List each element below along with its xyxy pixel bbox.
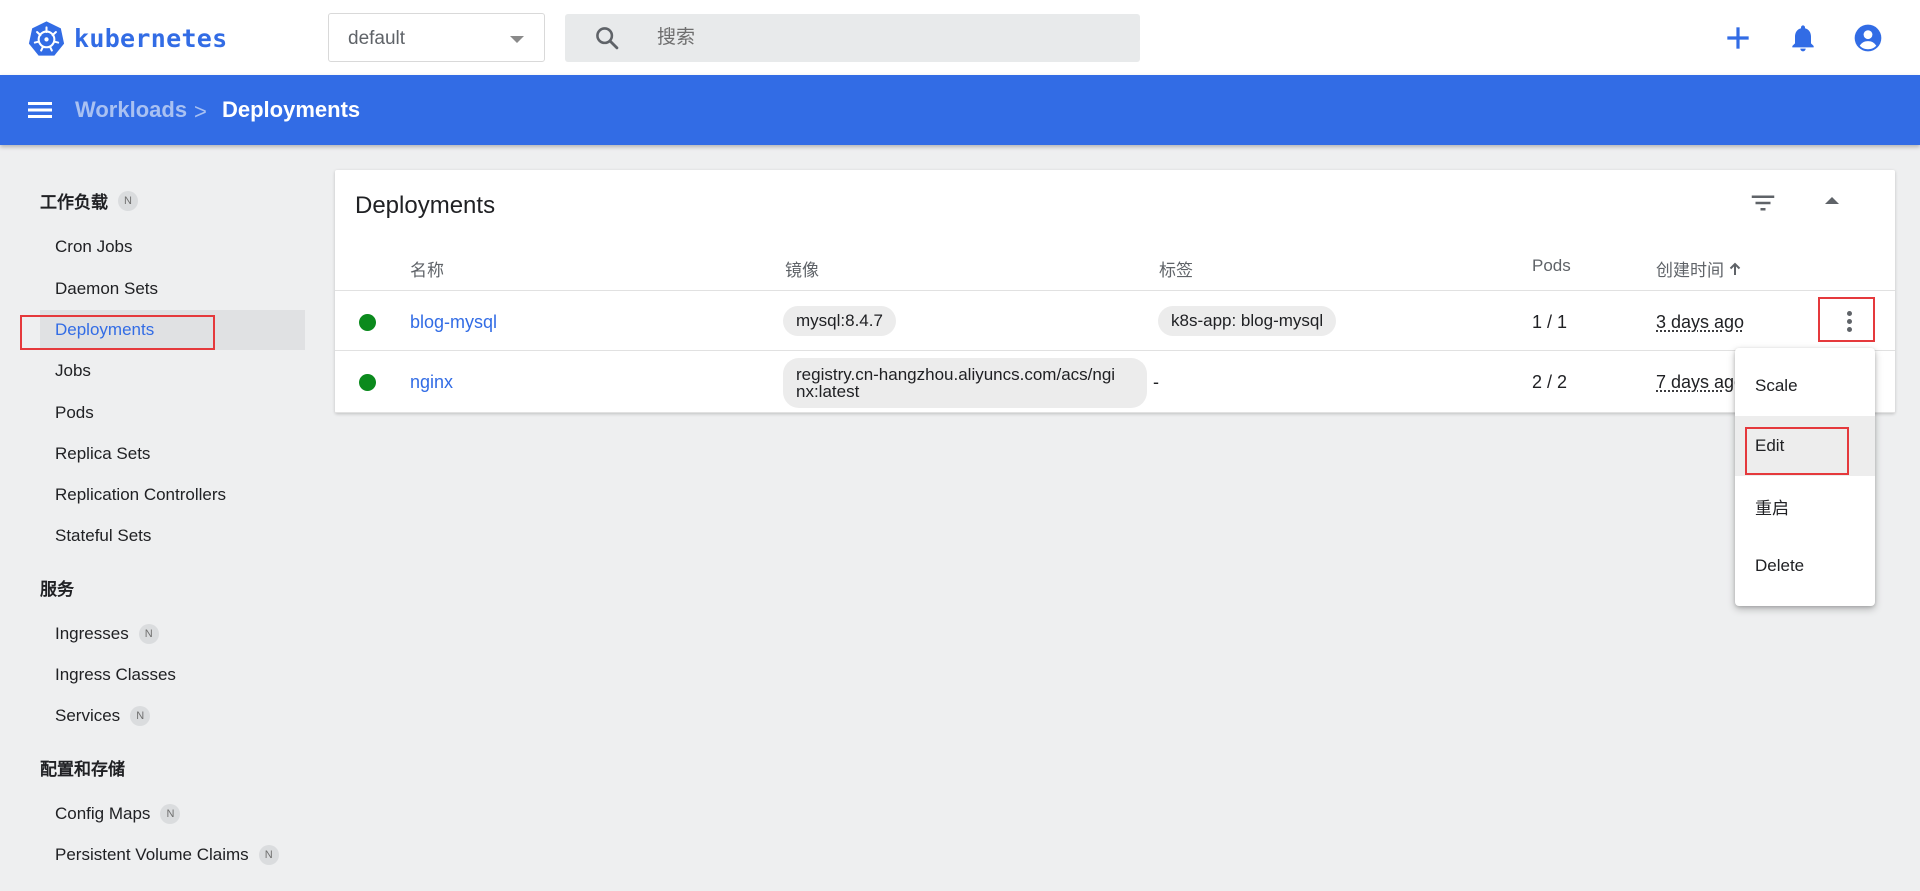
collapse-arrow-icon[interactable] — [1825, 197, 1839, 204]
table-row-divider — [335, 412, 1895, 413]
kebab-dot — [1846, 326, 1852, 332]
sidebar-section-config-storage[interactable]: 配置和存储 — [40, 755, 125, 780]
sidebar-item-replication-controllers[interactable]: Replication Controllers — [40, 475, 305, 515]
breadcrumb-workloads[interactable]: Workloads — [75, 97, 187, 123]
sidebar-item-label: Services — [55, 706, 121, 725]
row-action-menu: Scale Edit 重启 Delete — [1735, 348, 1875, 606]
new-badge: N — [130, 706, 151, 726]
sidebar-item-jobs[interactable]: Jobs — [40, 351, 305, 391]
sidebar-item-ingresses[interactable]: Ingresses N — [40, 614, 305, 654]
image-chip-line: registry.cn-hangzhou.aliyuncs.com/acs/ng… — [796, 365, 1116, 384]
hamburger-menu-icon[interactable] — [26, 97, 54, 123]
sidebar-section-workloads[interactable]: 工作负载 N — [40, 188, 138, 213]
image-chip-line: nx:latest — [796, 382, 860, 401]
namespace-value: default — [348, 28, 406, 49]
sidebar-item-cron-jobs[interactable]: Cron Jobs — [40, 227, 305, 267]
table-row-divider — [335, 290, 1895, 291]
sidebar-item-label: Cron Jobs — [55, 237, 133, 256]
sidebar-item-label: Stateful Sets — [55, 526, 152, 545]
column-header-name[interactable]: 名称 — [410, 256, 444, 281]
search-icon — [596, 27, 619, 50]
sidebar-item-label: Pods — [55, 403, 94, 422]
column-header-image[interactable]: 镜像 — [785, 256, 819, 281]
more-actions-icon[interactable] — [1822, 300, 1876, 342]
sidebar-item-label: Persistent Volume Claims — [55, 845, 249, 864]
image-chip: registry.cn-hangzhou.aliyuncs.com/acs/ng… — [783, 358, 1147, 408]
sidebar-item-services[interactable]: Services N — [40, 696, 305, 736]
search-input[interactable] — [657, 22, 1117, 54]
column-header-labels[interactable]: 标签 — [1159, 256, 1193, 281]
filter-icon[interactable] — [1748, 188, 1778, 218]
status-running-icon — [359, 374, 376, 391]
image-chip: mysql:8.4.7 — [783, 306, 896, 336]
sidebar-item-label: Replication Controllers — [55, 485, 227, 504]
pods-count: 1 / 1 — [1532, 312, 1568, 332]
column-header-created-label: 创建时间 — [1656, 261, 1724, 280]
sidebar-item-deployments[interactable]: Deployments — [40, 310, 305, 350]
column-header-pods[interactable]: Pods — [1532, 256, 1571, 276]
created-time: 3 days ago — [1656, 312, 1745, 332]
deployments-card: Deployments 名称 镜像 标签 Pods 创建时间 blog-mysq… — [335, 170, 1895, 413]
top-header: kubernetes default — [0, 0, 1920, 75]
label-empty: - — [1153, 372, 1159, 392]
breadcrumb-separator-icon: > — [194, 99, 207, 124]
sidebar-item-label: Replica Sets — [55, 444, 151, 463]
search-box[interactable] — [565, 14, 1140, 62]
created-time: 7 days ago — [1656, 372, 1745, 392]
sidebar-item-ingress-classes[interactable]: Ingress Classes — [40, 655, 305, 695]
sidebar-item-replica-sets[interactable]: Replica Sets — [40, 434, 305, 474]
sidebar-item-label: Ingress Classes — [55, 665, 176, 684]
kubernetes-helm-icon — [28, 20, 65, 56]
section-title: 服务 — [40, 580, 74, 599]
sidebar-item-label: Deployments — [55, 320, 155, 339]
sidebar-item-daemon-sets[interactable]: Daemon Sets — [40, 269, 305, 309]
new-badge: N — [160, 804, 181, 824]
sidebar-item-config-maps[interactable]: Config Maps N — [40, 794, 305, 834]
breadcrumb-bar: Workloads > Deployments — [0, 75, 1920, 145]
deployment-name-link[interactable]: nginx — [410, 372, 453, 393]
logo-text: kubernetes — [74, 23, 228, 53]
deployment-name-link[interactable]: blog-mysql — [410, 312, 497, 333]
menu-item-delete[interactable]: Delete — [1735, 536, 1875, 596]
sidebar-item-persistent-volume-claims[interactable]: Persistent Volume Claims N — [40, 835, 305, 875]
kebab-dot — [1846, 310, 1852, 316]
dropdown-caret-icon — [510, 36, 524, 43]
sort-arrow-up-icon — [1729, 262, 1741, 275]
section-title: 工作负载 — [40, 193, 108, 212]
kubernetes-logo[interactable]: kubernetes — [28, 18, 228, 58]
sidebar-item-label: Config Maps — [55, 804, 151, 823]
sidebar-item-label: Daemon Sets — [55, 279, 158, 298]
sidebar-item-label: Ingresses — [55, 624, 129, 643]
menu-item-restart[interactable]: 重启 — [1735, 476, 1875, 536]
account-icon[interactable] — [1852, 22, 1884, 54]
sidebar: 工作负载 N Cron Jobs Daemon Sets Deployments… — [0, 145, 310, 891]
column-header-created[interactable]: 创建时间 — [1656, 256, 1741, 281]
new-badge: N — [118, 190, 138, 211]
menu-item-scale[interactable]: Scale — [1735, 356, 1875, 416]
plus-icon[interactable] — [1722, 22, 1754, 54]
section-title: 配置和存储 — [40, 760, 125, 779]
new-badge: N — [138, 624, 159, 644]
sidebar-item-label: Jobs — [55, 361, 91, 380]
status-running-icon — [359, 314, 376, 331]
label-chip: k8s-app: blog-mysql — [1158, 306, 1337, 336]
breadcrumb-current: Deployments — [222, 97, 361, 122]
bell-icon[interactable] — [1787, 22, 1819, 54]
namespace-select[interactable]: default — [328, 13, 545, 62]
card-title: Deployments — [355, 192, 496, 219]
sidebar-item-pods[interactable]: Pods — [40, 393, 305, 433]
sidebar-item-stateful-sets[interactable]: Stateful Sets — [40, 516, 305, 556]
table-row-divider — [335, 350, 1895, 351]
kebab-dot — [1846, 318, 1852, 324]
new-badge: N — [258, 845, 279, 865]
pods-count: 2 / 2 — [1532, 372, 1568, 392]
menu-item-edit[interactable]: Edit — [1735, 416, 1875, 476]
sidebar-section-services[interactable]: 服务 — [40, 575, 74, 600]
